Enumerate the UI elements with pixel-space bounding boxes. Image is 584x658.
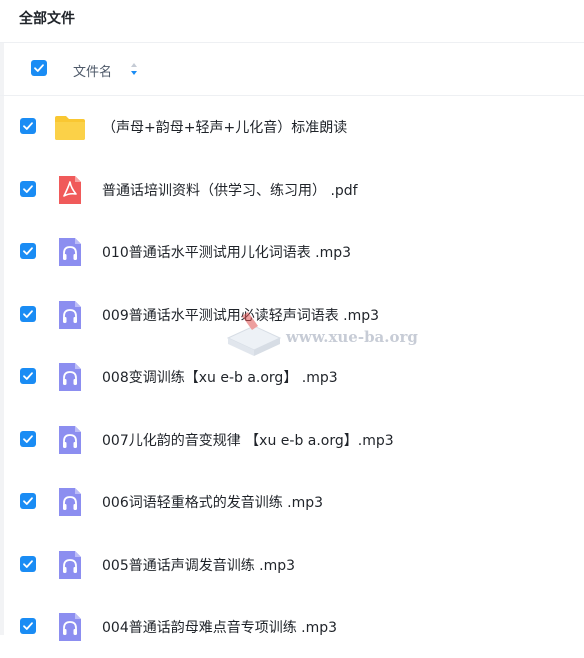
check-icon: [23, 122, 33, 130]
page-title: 全部文件: [19, 11, 75, 27]
check-icon: [23, 184, 33, 193]
audio-file-icon: [59, 363, 81, 391]
check-icon: [23, 309, 33, 318]
audio-file-icon: [59, 238, 81, 266]
audio-file-icon: [59, 425, 81, 454]
column-header-name[interactable]: 文件名: [73, 61, 112, 80]
check-icon: [23, 434, 33, 443]
sort-icon[interactable]: [130, 62, 138, 76]
list-item[interactable]: 004普通话韵母难点音专项训练 .mp3: [0, 596, 584, 658]
row-checkbox[interactable]: [20, 368, 36, 384]
file-name[interactable]: 007儿化韵的音变规律 【xu e-b a.org】.mp3: [102, 430, 394, 450]
check-icon: [23, 372, 33, 380]
check-icon: [23, 559, 33, 568]
list-item[interactable]: 008变调训练【xu e-b a.org】 .mp3: [0, 346, 584, 408]
audio-file-icon: [59, 613, 81, 641]
check-icon: [23, 247, 33, 255]
audio-file-icon: [59, 488, 81, 516]
file-name[interactable]: 004普通话韵母难点音专项训练 .mp3: [102, 617, 337, 637]
file-name[interactable]: 008变调训练【xu e-b a.org】 .mp3: [102, 367, 338, 387]
list-header: 文件名: [0, 43, 584, 96]
list-item[interactable]: 普通话培训资料（供学习、练习用） .pdf: [0, 159, 584, 221]
select-all-checkbox[interactable]: [31, 60, 47, 76]
file-name[interactable]: 006词语轻重格式的发音训练 .mp3: [102, 492, 323, 512]
audio-file-icon: [59, 550, 81, 579]
row-checkbox[interactable]: [20, 118, 36, 134]
row-checkbox[interactable]: [20, 555, 36, 572]
file-name[interactable]: 普通话培训资料（供学习、练习用） .pdf: [102, 180, 358, 200]
row-checkbox[interactable]: [20, 430, 36, 447]
file-name[interactable]: 005普通话声调发音训练 .mp3: [102, 555, 295, 575]
row-checkbox[interactable]: [20, 493, 36, 509]
list-item[interactable]: 009普通话水平测试用必读轻声词语表 .mp3: [0, 284, 584, 346]
row-checkbox[interactable]: [20, 305, 36, 322]
list-item[interactable]: 005普通话声调发音训练 .mp3: [0, 534, 584, 596]
check-icon: [23, 622, 33, 630]
pdf-file-icon: [59, 175, 81, 204]
row-checkbox[interactable]: [20, 618, 36, 634]
file-name[interactable]: （声母+韵母+轻声+儿化音）标准朗读: [102, 117, 347, 137]
row-checkbox[interactable]: [20, 180, 36, 197]
check-icon: [23, 497, 33, 505]
file-name[interactable]: 010普通话水平测试用儿化词语表 .mp3: [102, 242, 351, 262]
audio-file-icon: [59, 300, 81, 329]
folder-icon: [55, 116, 85, 140]
file-name[interactable]: 009普通话水平测试用必读轻声词语表 .mp3: [102, 305, 379, 325]
list-item[interactable]: 006词语轻重格式的发音训练 .mp3: [0, 471, 584, 533]
check-icon: [34, 64, 44, 72]
row-checkbox[interactable]: [20, 243, 36, 259]
list-item[interactable]: （声母+韵母+轻声+儿化音）标准朗读: [0, 96, 584, 158]
list-item[interactable]: 010普通话水平测试用儿化词语表 .mp3: [0, 221, 584, 283]
list-item[interactable]: 007儿化韵的音变规律 【xu e-b a.org】.mp3: [0, 409, 584, 471]
